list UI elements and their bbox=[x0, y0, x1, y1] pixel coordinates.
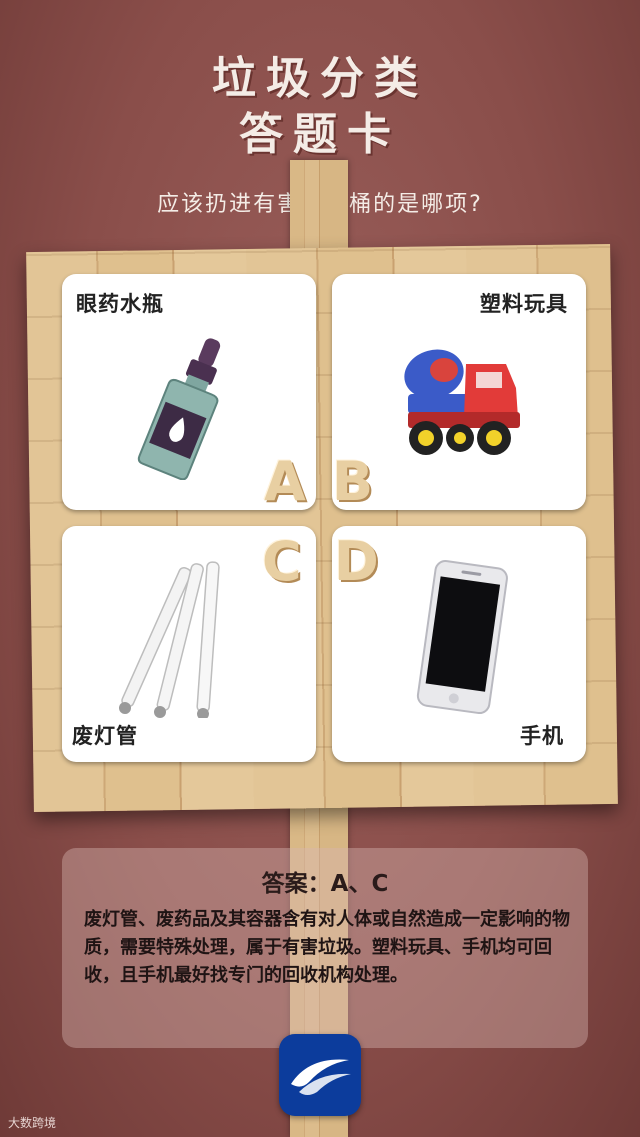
fluorescent-tube-icon bbox=[119, 561, 220, 718]
option-letter-c: C bbox=[262, 530, 302, 593]
smartphone-icon bbox=[416, 560, 508, 715]
option-letter-d: D bbox=[334, 530, 379, 593]
answer-explanation: 废灯管、废药品及其容器含有对人体或自然造成一定影响的物质，需要特殊处理，属于有害… bbox=[84, 909, 570, 986]
watermark: 大数跨境 bbox=[8, 1116, 57, 1130]
answer-panel: 答案：A、C 废灯管、废药品及其容器含有对人体或自然造成一定影响的物质，需要特殊… bbox=[62, 848, 588, 1048]
option-label-c: 废灯管 bbox=[72, 724, 138, 748]
option-label-b: 塑料玩具 bbox=[480, 292, 568, 316]
wing-logo-icon bbox=[291, 1059, 351, 1095]
option-label-a: 眼药水瓶 bbox=[76, 292, 164, 316]
option-label-d: 手机 bbox=[520, 724, 564, 748]
app-logo-button[interactable] bbox=[279, 1034, 361, 1116]
page-title-line2: 答题卡 bbox=[239, 109, 401, 160]
option-letter-a: A bbox=[264, 450, 306, 513]
answer-title: 答案：A、C bbox=[261, 871, 389, 897]
eye-drop-bottle-icon bbox=[137, 338, 221, 480]
toy-truck-icon bbox=[404, 349, 520, 455]
page-title-line1: 垃圾分类 bbox=[212, 53, 428, 104]
option-letter-b: B bbox=[332, 450, 374, 513]
